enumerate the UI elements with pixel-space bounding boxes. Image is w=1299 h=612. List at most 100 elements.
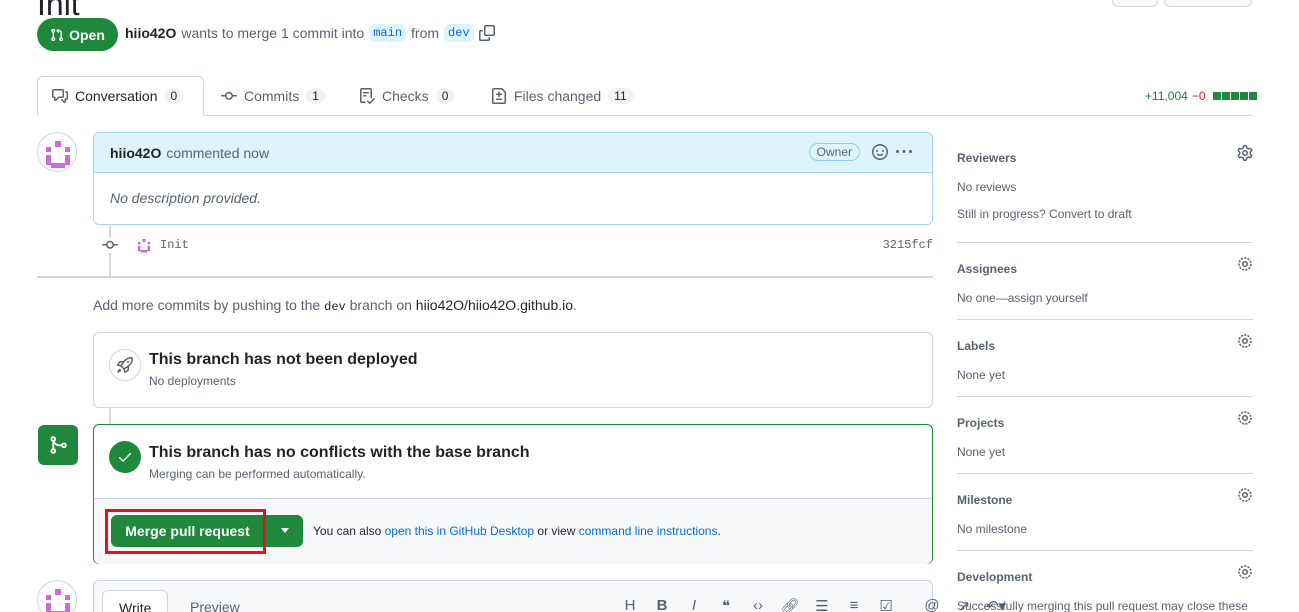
gear-icon[interactable] bbox=[1237, 333, 1253, 349]
sidebar-divider bbox=[957, 319, 1253, 320]
deployment-box: This branch has not been deployed No dep… bbox=[93, 332, 933, 408]
push-info: Add more commits by pushing to the dev b… bbox=[93, 297, 577, 314]
tab-counter: 0 bbox=[164, 88, 184, 104]
bold-icon[interactable]: B bbox=[646, 597, 678, 612]
comment-header: hiio42O commented now bbox=[94, 133, 932, 173]
diff-deletions: −0 bbox=[1191, 89, 1206, 103]
sidebar-divider bbox=[957, 473, 1253, 474]
merge-status-subtitle: Merging can be performed automatically. bbox=[149, 467, 366, 481]
deploy-subtitle: No deployments bbox=[149, 374, 236, 388]
labels-value: None yet bbox=[957, 368, 1006, 382]
timeline-end-divider bbox=[37, 276, 933, 278]
sidebar-heading: Reviewers bbox=[957, 151, 1017, 165]
sidebar-divider bbox=[957, 396, 1253, 397]
smiley-icon[interactable] bbox=[872, 144, 888, 160]
pr-author-link[interactable]: hiio42O bbox=[125, 25, 176, 41]
tab-counter: 0 bbox=[435, 88, 455, 104]
unordered-list-icon[interactable]: ☰ bbox=[806, 597, 838, 612]
diff-additions: +11,004 bbox=[1145, 89, 1188, 103]
comment-editor: Write Preview H B I ❝ ‹› 🔗︎ ☰ ≡ ☑ @ ↗ ↶▾ bbox=[93, 580, 1006, 612]
merge-help: You can also open this in GitHub Desktop… bbox=[313, 524, 721, 538]
gear-icon[interactable] bbox=[1237, 256, 1253, 272]
gear-icon[interactable] bbox=[1237, 410, 1253, 426]
pull-request-icon bbox=[51, 28, 64, 41]
push-branch: dev bbox=[324, 300, 346, 314]
commit-icon bbox=[221, 91, 237, 100]
diffstat-blocks bbox=[1212, 92, 1257, 100]
code-button[interactable] bbox=[1164, 0, 1252, 7]
tab-label: Commits bbox=[244, 88, 300, 104]
file-diff-icon bbox=[492, 88, 506, 104]
push-middle: branch on bbox=[349, 297, 412, 313]
comment-discussion-icon bbox=[52, 89, 68, 103]
sidebar-heading: Development bbox=[957, 570, 1033, 584]
convert-to-draft-link[interactable]: Still in progress? Convert to draft bbox=[957, 207, 1253, 221]
push-suffix: . bbox=[573, 297, 577, 313]
tab-commits[interactable]: Commits 1 bbox=[207, 76, 339, 116]
comment-author[interactable]: hiio42O bbox=[110, 145, 161, 161]
edit-button[interactable] bbox=[1112, 0, 1158, 7]
kebab-horizontal-icon[interactable] bbox=[896, 144, 912, 160]
tab-checks[interactable]: Checks 0 bbox=[345, 76, 468, 116]
checklist-icon bbox=[360, 88, 375, 104]
milestone-value: No milestone bbox=[957, 522, 1028, 536]
commit-sha[interactable]: 3215fcf bbox=[883, 238, 933, 252]
sidebar-heading: Assignees bbox=[957, 262, 1018, 276]
help-middle: or view bbox=[537, 524, 576, 538]
help-prefix: You can also bbox=[313, 524, 382, 538]
sidebar-divider bbox=[957, 242, 1253, 243]
avatar[interactable] bbox=[37, 132, 77, 172]
projects-value: None yet bbox=[957, 445, 1006, 459]
heading-icon[interactable]: H bbox=[614, 597, 646, 612]
avatar[interactable] bbox=[37, 580, 77, 612]
base-branch[interactable]: main bbox=[369, 24, 407, 42]
highlight-box bbox=[105, 509, 266, 554]
preview-tab[interactable]: Preview bbox=[174, 590, 256, 612]
ordered-list-icon[interactable]: ≡ bbox=[838, 597, 870, 612]
sidebar-reviewers: Reviewers No reviews Still in progress? … bbox=[957, 145, 1253, 221]
italic-icon[interactable]: I bbox=[678, 597, 710, 612]
development-value: Successfully merging this pull request m… bbox=[957, 599, 1248, 612]
github-desktop-link[interactable]: open this in GitHub Desktop bbox=[385, 524, 534, 538]
tab-conversation[interactable]: Conversation 0 bbox=[37, 76, 204, 116]
assignees-value[interactable]: No one—assign yourself bbox=[957, 291, 1253, 305]
timeline-line bbox=[109, 408, 111, 425]
sidebar-heading: Milestone bbox=[957, 493, 1013, 507]
commit-row: Init 3215fcf bbox=[100, 235, 933, 255]
write-tab[interactable]: Write bbox=[102, 590, 169, 612]
head-branch[interactable]: dev bbox=[444, 24, 474, 42]
sidebar-divider bbox=[957, 550, 1253, 551]
push-prefix: Add more commits by pushing to the bbox=[93, 297, 321, 313]
avatar[interactable] bbox=[134, 235, 154, 255]
comment-action[interactable]: commented now bbox=[166, 145, 269, 161]
tasklist-icon[interactable]: ☑ bbox=[870, 597, 902, 612]
comment-body: No description provided. bbox=[110, 190, 261, 206]
tab-files-changed[interactable]: Files changed 11 bbox=[477, 76, 647, 116]
gear-icon[interactable] bbox=[1237, 564, 1253, 580]
quote-icon[interactable]: ❝ bbox=[710, 597, 742, 612]
merge-method-dropdown[interactable] bbox=[266, 515, 303, 547]
help-suffix: . bbox=[717, 524, 721, 538]
tab-counter: 1 bbox=[306, 88, 325, 104]
pr-meta-text: wants to merge 1 commit into bbox=[181, 25, 365, 41]
link-icon[interactable]: 🔗︎ bbox=[774, 597, 806, 612]
gear-icon[interactable] bbox=[1237, 487, 1253, 503]
copy-icon[interactable] bbox=[478, 25, 495, 41]
diffstat: +11,004 −0 bbox=[1145, 89, 1257, 103]
commit-message[interactable]: Init bbox=[160, 238, 189, 252]
commit-icon bbox=[100, 237, 120, 253]
gear-icon[interactable] bbox=[1237, 145, 1253, 161]
code-icon[interactable]: ‹› bbox=[742, 597, 774, 612]
merge-status-title: This branch has no conflicts with the ba… bbox=[149, 444, 530, 461]
rocket-icon bbox=[109, 349, 141, 381]
state-label: Open bbox=[69, 26, 105, 43]
sidebar-assignees: Assignees No one—assign yourself bbox=[957, 257, 1253, 305]
repo-link[interactable]: hiio42O/hiio42O.github.io bbox=[416, 297, 573, 313]
pr-description-comment: hiio42O commented now Owner No descripti… bbox=[93, 132, 933, 225]
command-line-link[interactable]: command line instructions bbox=[579, 524, 718, 538]
markdown-toolbar: H B I ❝ ‹› 🔗︎ ☰ ≡ ☑ @ ↗ ↶▾ bbox=[614, 597, 1012, 612]
reviewers-value: No reviews bbox=[957, 180, 1017, 194]
sidebar-heading: Projects bbox=[957, 416, 1005, 430]
tab-counter: 11 bbox=[608, 88, 633, 104]
mention-icon[interactable]: @ bbox=[916, 597, 948, 612]
